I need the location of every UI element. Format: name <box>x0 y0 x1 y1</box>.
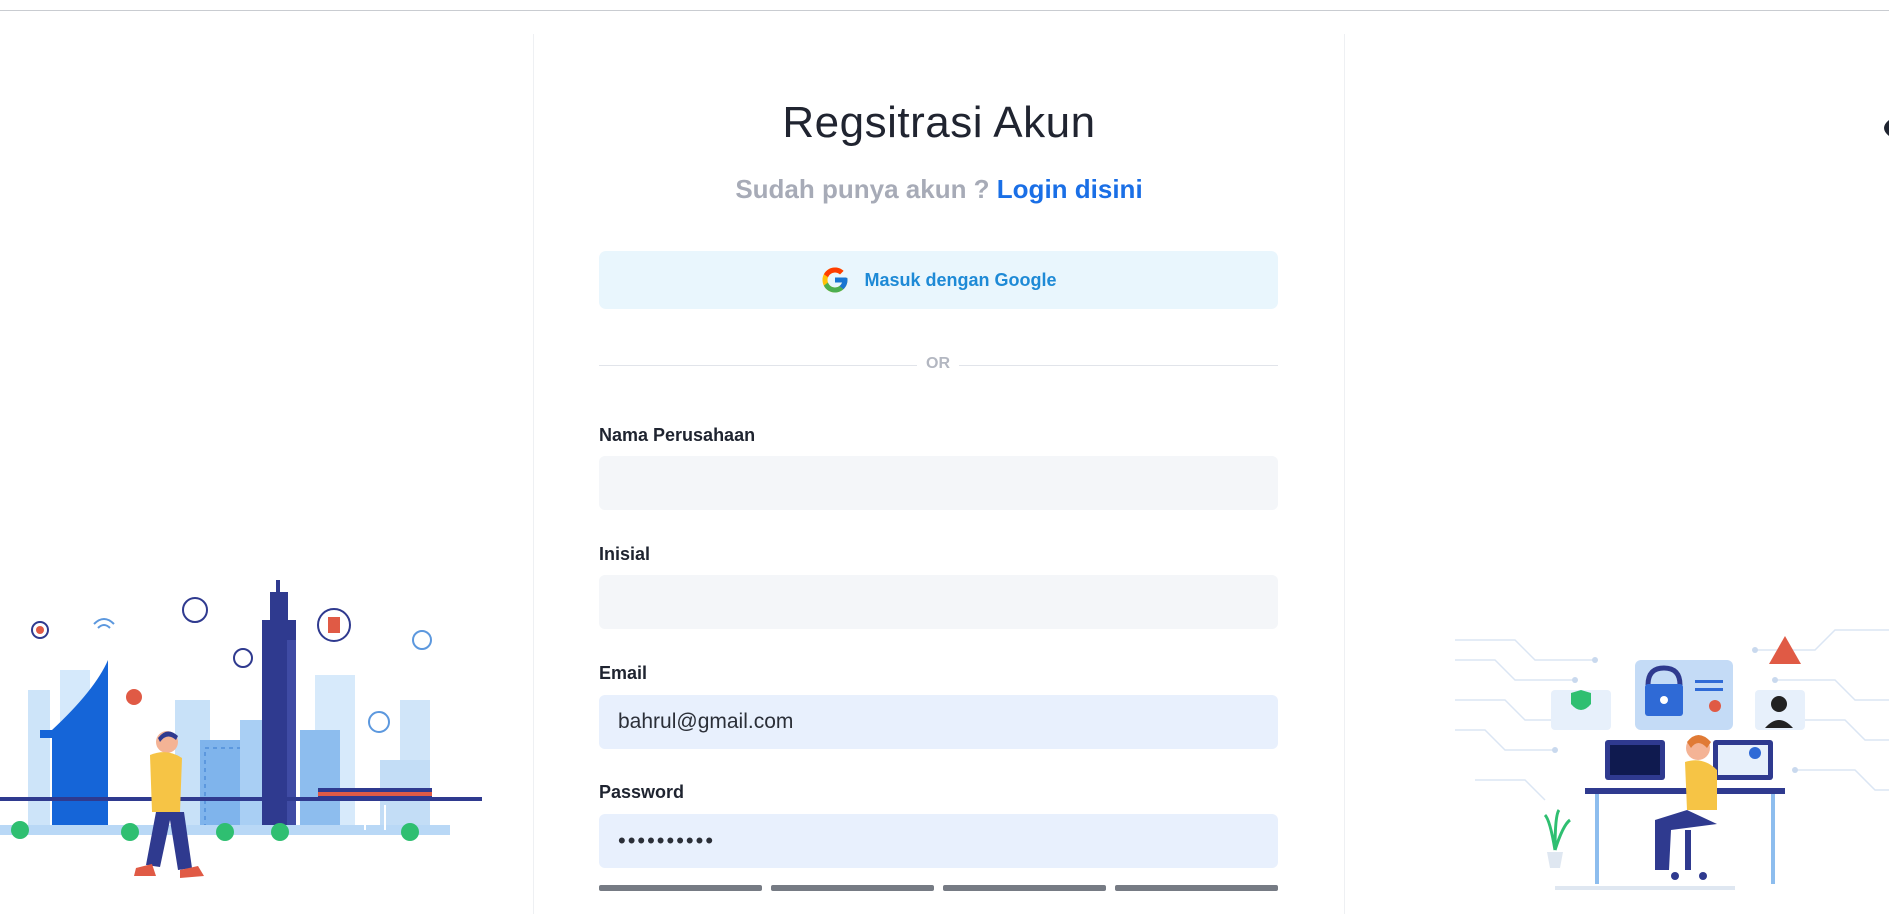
google-icon <box>822 267 848 293</box>
company-name-label: Nama Perusahaan <box>599 425 756 445</box>
city-illustration <box>0 580 482 878</box>
password-strength-segment-4 <box>1115 885 1278 891</box>
initial-label: Inisial <box>599 544 651 564</box>
email-input[interactable] <box>599 695 1278 749</box>
top-divider <box>0 10 1889 11</box>
login-link[interactable]: Login disini <box>997 174 1143 204</box>
google-signin-label: Masuk dengan Google <box>864 269 1057 290</box>
password-strength-segment-2 <box>771 885 934 891</box>
password-input[interactable] <box>599 814 1278 868</box>
password-strength-segment-1 <box>599 885 762 891</box>
divider-text: OR <box>926 355 950 372</box>
login-prompt-text: Sudah punya akun ? <box>735 174 990 204</box>
password-strength-segment-3 <box>943 885 1106 891</box>
cybersecurity-illustration <box>1455 629 1889 890</box>
or-divider: OR <box>599 355 1278 375</box>
initial-input[interactable] <box>599 575 1278 629</box>
divider-line-right <box>959 365 1278 366</box>
divider-line-left <box>599 365 917 366</box>
google-signin-button[interactable]: Masuk dengan Google <box>599 251 1278 309</box>
page-title: Regsitrasi Akun <box>782 98 1096 147</box>
login-prompt: Sudah punya akun ? Login disini <box>0 174 1878 205</box>
company-name-input[interactable] <box>599 456 1278 510</box>
email-label: Email <box>599 663 648 683</box>
password-label: Password <box>599 782 685 802</box>
